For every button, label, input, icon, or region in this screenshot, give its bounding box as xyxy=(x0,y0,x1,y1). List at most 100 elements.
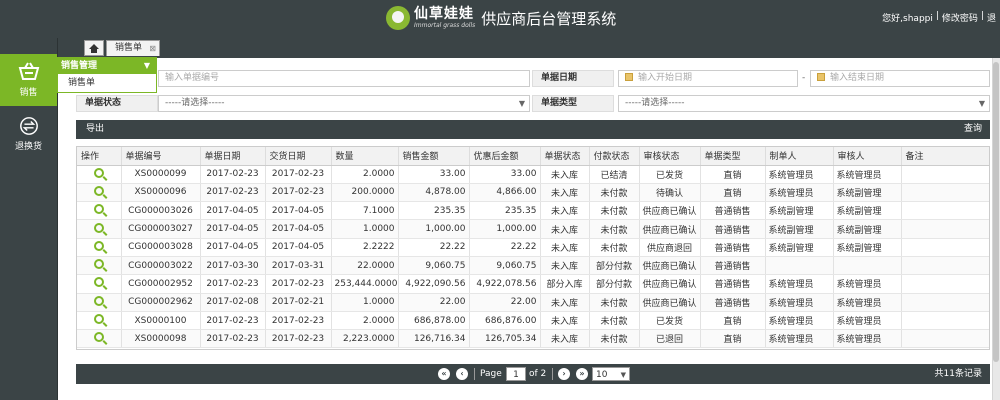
table-cell: 33.00 xyxy=(469,165,541,184)
table-row[interactable]: CG000002962 2017-02-08 2017-02-21 1.0000 22.… xyxy=(77,293,989,312)
doc-no-input[interactable]: 输入单据编号 xyxy=(158,70,530,87)
table-cell: 2017-04-05 xyxy=(200,238,266,257)
tab-sales-order[interactable]: 销售单 ⊠ xyxy=(106,40,160,56)
column-header[interactable]: 审核人 xyxy=(833,147,902,166)
export-button[interactable]: 导出 xyxy=(86,120,104,139)
column-header[interactable]: 交货日期 xyxy=(265,147,332,166)
table-row[interactable]: CG000003028 2017-04-05 2017-04-05 2.2222 22.… xyxy=(77,238,989,257)
column-header[interactable]: 制单人 xyxy=(765,147,834,166)
table-row[interactable]: XS0000098 2017-02-23 2017-02-23 2,223.0000 1… xyxy=(77,329,989,349)
table-row[interactable]: CG000003027 2017-04-05 2017-04-05 1.0000 1,0… xyxy=(77,219,989,239)
next-page-button[interactable]: › xyxy=(558,368,570,380)
prev-page-button[interactable]: ‹ xyxy=(456,368,468,380)
view-detail-icon[interactable] xyxy=(93,295,104,306)
table-row[interactable]: CG000002952 2017-02-23 2017-02-23 253,444.0… xyxy=(77,274,989,294)
view-detail-icon[interactable] xyxy=(93,240,104,251)
header-divider: | xyxy=(980,11,984,21)
logout-link[interactable]: 退 xyxy=(987,11,996,24)
close-icon[interactable]: ⊠ xyxy=(149,41,156,56)
table-cell: CG000003027 xyxy=(121,219,201,239)
sidebar-item-sales[interactable]: 销售 xyxy=(0,54,57,106)
table-cell: 供应商已确认 xyxy=(639,201,701,221)
table-cell: 2,223.0000 xyxy=(331,329,399,349)
table-cell: CG000003022 xyxy=(121,256,201,276)
table-cell: 2017-02-23 xyxy=(200,274,266,294)
table-row[interactable]: CG000003022 2017-03-30 2017-03-31 22.0000 9,… xyxy=(77,256,989,276)
page-size-select[interactable]: 10 ▼ xyxy=(592,367,630,381)
table-cell: 系统副管理 xyxy=(833,219,902,239)
doc-status-select[interactable]: -----请选择----- ▼ xyxy=(158,95,530,112)
start-date-input[interactable]: 输入开始日期 xyxy=(618,70,798,87)
view-detail-icon[interactable] xyxy=(93,185,104,196)
table-cell: 供应商已确认 xyxy=(639,274,701,294)
table-cell: 7.1000 xyxy=(331,201,399,221)
table-cell: 系统副管理 xyxy=(765,219,834,239)
end-date-input[interactable]: 输入结束日期 xyxy=(810,70,990,87)
table-cell xyxy=(901,329,989,349)
row-action-cell xyxy=(77,274,122,294)
view-detail-icon[interactable] xyxy=(93,259,104,270)
column-header[interactable]: 数量 xyxy=(331,147,399,166)
table-cell: 普通销售 xyxy=(700,238,766,257)
first-page-button[interactable]: « xyxy=(438,368,450,380)
view-detail-icon[interactable] xyxy=(93,314,104,325)
doc-type-select[interactable]: -----请选择----- ▼ xyxy=(618,95,990,112)
table-cell: 1.0000 xyxy=(331,219,399,239)
table-cell: XS0000099 xyxy=(121,165,201,184)
table-cell: 供应商退回 xyxy=(639,238,701,257)
menu-item-sales-order[interactable]: 销售单 xyxy=(58,74,156,92)
table-cell: 系统管理员 xyxy=(833,274,902,294)
sidebar-item-returns[interactable]: 退换货 xyxy=(0,108,57,160)
table-cell: 系统管理员 xyxy=(765,165,834,184)
table-row[interactable]: XS0000096 2017-02-23 2017-02-23 200.0000 4,8… xyxy=(77,183,989,203)
table-cell: XS0000098 xyxy=(121,329,201,349)
table-cell: 235.35 xyxy=(398,201,470,221)
view-detail-icon[interactable] xyxy=(93,277,104,288)
table-cell: 部分付款 xyxy=(589,256,640,276)
table-row[interactable]: XS0000100 2017-02-23 2017-02-23 2.0000 686,8… xyxy=(77,311,989,331)
table-header-row: 操作 单据编号 单据日期 交货日期 数量 销售金额 优惠后金额 单据状态 付款状… xyxy=(77,147,989,166)
tab-home[interactable] xyxy=(84,40,104,56)
page-number-input[interactable]: 1 xyxy=(506,367,526,381)
column-header[interactable]: 单据类型 xyxy=(700,147,766,166)
table-cell: 未入库 xyxy=(540,256,590,276)
logo-mark-icon xyxy=(386,6,410,30)
view-detail-icon[interactable] xyxy=(93,222,104,233)
vertical-scrollbar[interactable] xyxy=(992,58,1000,400)
table-cell: 2017-02-23 xyxy=(265,311,332,331)
table-cell: 部分付款 xyxy=(589,274,640,294)
change-password-link[interactable]: 修改密码 xyxy=(942,11,978,24)
table-cell: 2017-02-23 xyxy=(265,165,332,184)
table-row[interactable]: CG000003026 2017-04-05 2017-04-05 7.1000 235… xyxy=(77,201,989,221)
sidebar: 销售 退换货 xyxy=(0,38,58,400)
table-cell: 供应商已确认 xyxy=(639,219,701,239)
row-action-cell xyxy=(77,201,122,221)
query-button[interactable]: 查询 xyxy=(964,120,982,139)
column-header[interactable]: 付款状态 xyxy=(589,147,640,166)
column-header[interactable]: 单据状态 xyxy=(540,147,590,166)
column-header[interactable]: 备注 xyxy=(901,147,989,166)
menu-header[interactable]: 销售管理 ▼ xyxy=(58,58,156,74)
table-cell: 系统管理员 xyxy=(765,293,834,312)
calendar-icon xyxy=(625,73,633,81)
table-cell xyxy=(901,201,989,221)
column-header[interactable]: 审核状态 xyxy=(639,147,701,166)
table-cell: 未入库 xyxy=(540,311,590,331)
table-cell: 直销 xyxy=(700,329,766,349)
last-page-button[interactable]: » xyxy=(576,368,588,380)
scrollbar-thumb[interactable] xyxy=(993,62,999,362)
table-cell: 2017-02-08 xyxy=(200,293,266,312)
view-detail-icon[interactable] xyxy=(93,204,104,215)
view-detail-icon[interactable] xyxy=(93,332,104,343)
table-row[interactable]: XS0000099 2017-02-23 2017-02-23 2.0000 33.00… xyxy=(77,165,989,184)
view-detail-icon[interactable] xyxy=(93,167,104,178)
table-cell: 普通销售 xyxy=(700,274,766,294)
table-cell: 供应商已确认 xyxy=(639,293,701,312)
table-cell xyxy=(901,274,989,294)
table-body: XS0000099 2017-02-23 2017-02-23 2.0000 33.00… xyxy=(77,165,989,349)
column-header[interactable]: 单据编号 xyxy=(121,147,201,166)
column-header[interactable]: 优惠后金额 xyxy=(469,147,541,166)
column-header[interactable]: 销售金额 xyxy=(398,147,470,166)
column-header[interactable]: 单据日期 xyxy=(200,147,266,166)
table-cell xyxy=(901,165,989,184)
